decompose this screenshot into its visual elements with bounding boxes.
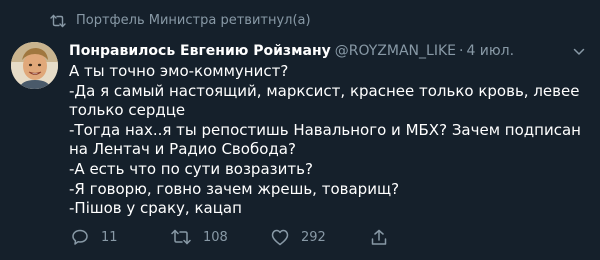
tweet[interactable]: Портфель Министра ретвитнул(а) Понравило… — [0, 0, 600, 260]
retweet-button[interactable]: 108 — [171, 229, 271, 245]
reply-count: 11 — [101, 229, 118, 245]
retweet-count: 108 — [203, 229, 228, 245]
tweet-line: -Пішов у сраку, кацап — [69, 199, 242, 218]
tweet-actions: 11 108 292 — [71, 228, 471, 246]
heart-icon — [271, 229, 289, 246]
retweet-context: Портфель Министра ретвитнул(а) — [50, 13, 311, 29]
timestamp[interactable]: 4 июл. — [466, 42, 514, 60]
tweet-line: -А есть что по сути возразить? — [69, 159, 313, 178]
author-handle[interactable]: @ROYZMAN_LIKE — [335, 42, 456, 60]
like-button[interactable]: 292 — [271, 229, 371, 246]
share-icon — [371, 229, 387, 246]
retweet-icon — [50, 14, 66, 28]
reply-button[interactable]: 11 — [71, 228, 171, 246]
tweet-header: Понравилось Евгению Ройзману @ROYZMAN_LI… — [69, 42, 514, 60]
share-button[interactable] — [371, 229, 471, 246]
chevron-down-icon — [573, 41, 585, 60]
retweet-icon — [171, 229, 191, 245]
tweet-line: -Тогда нах..я ты репостишь Навального и … — [69, 120, 581, 159]
more-options-button[interactable] — [570, 41, 588, 59]
tweet-line: А ты точно эмо-коммунист? — [69, 62, 289, 80]
reply-icon — [71, 228, 89, 246]
tweet-line: -Я говорю, говно зачем жрешь, товарищ? — [69, 179, 400, 198]
author-name[interactable]: Понравилось Евгению Ройзману — [69, 42, 331, 60]
tweet-text: А ты точно эмо-коммунист? -Да я самый на… — [69, 62, 589, 219]
separator-dot: · — [458, 43, 464, 59]
avatar[interactable] — [11, 42, 58, 89]
retweet-context-text[interactable]: Портфель Министра ретвитнул(а) — [76, 13, 311, 29]
tweet-line: -Да я самый настоящий, марксист, краснее… — [69, 81, 580, 120]
like-count: 292 — [301, 229, 326, 245]
